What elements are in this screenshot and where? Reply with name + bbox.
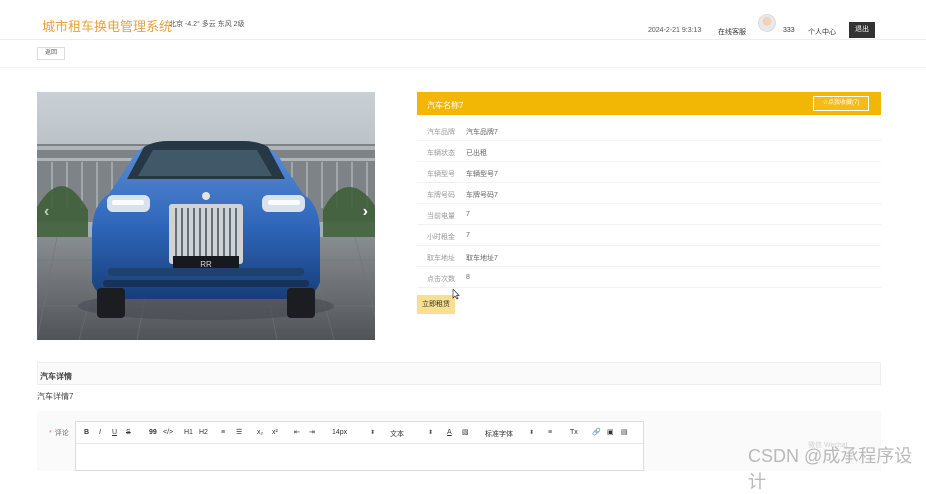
car-info-header: 汽车名称7 ☆点我收藏(7) <box>417 92 881 115</box>
top-bar: 城市租车换电管理系统 北京 -4.2° 多云 东风 2级 2024-2-21 9… <box>0 0 926 40</box>
field-value: 8 <box>466 274 470 281</box>
field-value: 汽车品牌7 <box>466 129 498 136</box>
site-title[interactable]: 城市租车换电管理系统 <box>42 16 172 35</box>
field-value: 取车地址7 <box>466 255 498 262</box>
car-info-row: 车辆型号 车辆型号7 <box>417 162 881 183</box>
field-label: 取车地址 <box>427 255 455 262</box>
online-service-link[interactable]: 在线客服 <box>718 27 746 37</box>
field-label: 车辆型号 <box>427 171 455 178</box>
subscript-button[interactable]: x₂ <box>257 429 263 437</box>
field-value: 已出租 <box>466 150 487 157</box>
field-value: 7 <box>466 232 470 239</box>
field-label: 小时租金 <box>427 234 455 241</box>
car-info-row: 车辆状态 已出租 <box>417 141 881 162</box>
chevron-down-icon: ⬍ <box>370 430 376 436</box>
field-label: 当前电量 <box>427 213 455 220</box>
details-title: 汽车详情 <box>40 372 72 381</box>
details-header: 汽车详情 <box>37 362 881 385</box>
details-content: 汽车详情7 <box>37 392 74 401</box>
user-center-link[interactable]: 个人中心 <box>808 27 836 37</box>
car-info-row: 汽车品牌 汽车品牌7 <box>417 120 881 141</box>
italic-button[interactable]: I <box>99 429 101 437</box>
current-datetime: 2024-2-21 9:3:13 <box>648 27 702 34</box>
heading-one-button[interactable]: H1 <box>184 429 193 437</box>
comment-label: * 评论 <box>49 428 69 438</box>
chevron-down-icon: ⬍ <box>529 430 535 436</box>
car-photo: RR <box>37 92 375 340</box>
font-size-select[interactable]: 14px <box>332 429 347 436</box>
field-label: 点击次数 <box>427 276 455 283</box>
car-info-row: 当前电量 7 <box>417 204 881 225</box>
favorite-button[interactable]: ☆点我收藏(7) <box>813 96 869 111</box>
code-icon[interactable]: </> <box>163 429 173 437</box>
carousel-next-icon[interactable]: › <box>363 204 368 220</box>
underline-button[interactable]: U <box>112 429 117 437</box>
ordered-list-icon[interactable]: ≡ <box>221 429 225 437</box>
field-label: 车辆状态 <box>427 150 455 157</box>
csdn-watermark: CSDN @成承程序设计 <box>748 446 913 492</box>
car-info-row: 点击次数 8 <box>417 267 881 288</box>
chevron-down-icon: ⬍ <box>428 430 434 436</box>
car-info-row: 小时租金 7 <box>417 225 881 246</box>
car-info-row: 车牌号码 车牌号码7 <box>417 183 881 204</box>
comment-label-text: 评论 <box>54 430 69 437</box>
username: 333 <box>783 27 795 34</box>
field-label: 汽车品牌 <box>427 129 455 136</box>
mouse-cursor-icon <box>452 289 460 300</box>
indent-icon[interactable]: ⇥ <box>309 429 315 437</box>
bullet-list-icon[interactable]: ☰ <box>236 429 242 437</box>
svg-text:RR: RR <box>200 260 212 269</box>
heading-two-button[interactable]: H2 <box>199 429 208 437</box>
divider <box>0 67 926 68</box>
text-type-select[interactable]: 文本 <box>390 429 404 439</box>
quote-icon[interactable]: 99 <box>149 429 157 437</box>
link-icon[interactable]: 🔗 <box>592 429 601 437</box>
car-name: 汽车名称7 <box>427 101 464 110</box>
logout-button[interactable]: 退出 <box>849 22 875 38</box>
outdent-icon[interactable]: ⇤ <box>294 429 300 437</box>
align-icon[interactable]: ≡ <box>548 429 552 437</box>
weather-info: 北京 -4.2° 多云 东风 2级 <box>169 21 245 28</box>
image-icon[interactable]: ▣ <box>607 429 614 437</box>
car-image-carousel[interactable]: RR ‹ › <box>37 92 375 340</box>
clear-format-icon[interactable]: Tx <box>570 429 578 437</box>
back-button[interactable]: 返回 <box>37 47 65 60</box>
user-avatar[interactable] <box>758 14 776 32</box>
field-value: 车牌号码7 <box>466 192 498 199</box>
field-label: 车牌号码 <box>427 192 455 199</box>
video-icon[interactable]: ▤ <box>621 429 628 437</box>
car-info-row: 取车地址 取车地址7 <box>417 246 881 267</box>
carousel-prev-icon[interactable]: ‹ <box>44 204 49 220</box>
strike-button[interactable]: S <box>126 429 131 437</box>
required-mark: * <box>49 430 52 437</box>
font-family-select[interactable]: 标准字体 <box>485 429 513 439</box>
field-value: 7 <box>466 211 470 218</box>
bold-button[interactable]: B <box>84 429 89 437</box>
superscript-button[interactable]: x² <box>272 429 278 437</box>
background-color-icon[interactable]: ▧ <box>462 429 469 437</box>
field-value: 车辆型号7 <box>466 171 498 178</box>
rich-text-editor[interactable]: B I U S 99 </> H1 H2 ≡ ☰ x₂ x² ⇤ ⇥ 14px … <box>75 421 644 471</box>
editor-toolbar: B I U S 99 </> H1 H2 ≡ ☰ x₂ x² ⇤ ⇥ 14px … <box>76 422 643 444</box>
rent-now-button[interactable]: 立即租赁 <box>417 295 455 314</box>
text-color-icon[interactable]: A <box>447 429 452 437</box>
